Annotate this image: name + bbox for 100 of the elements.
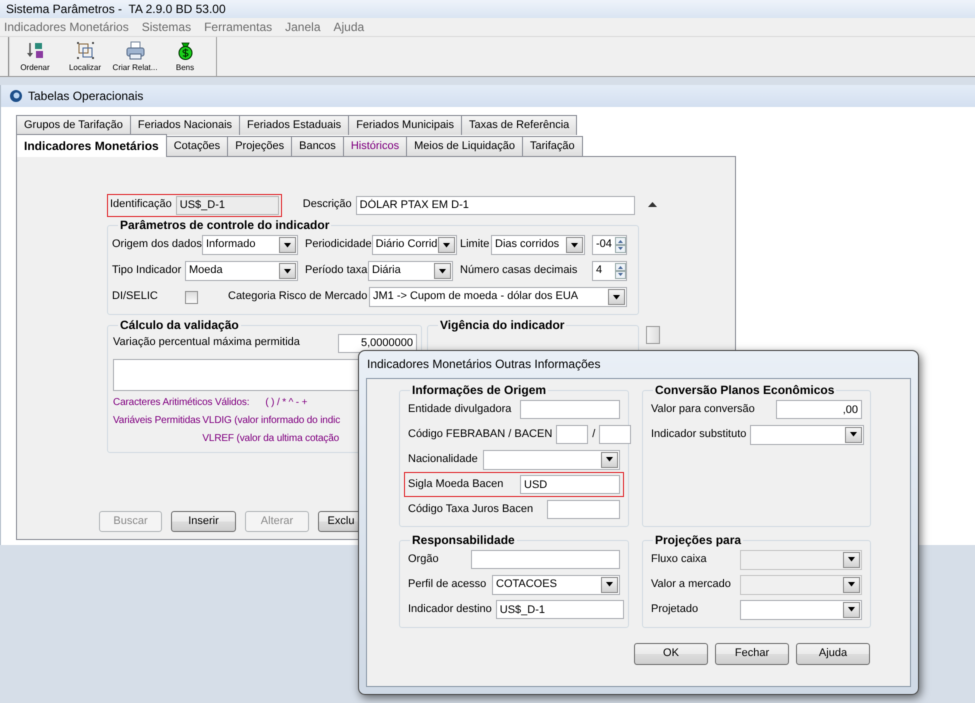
caret-icon <box>570 242 579 248</box>
button[interactable]: OK <box>634 643 708 665</box>
field-label: Indicador destino <box>408 602 492 616</box>
dropdown-arrow-button[interactable] <box>608 289 625 305</box>
button[interactable]: Ajuda <box>796 643 870 665</box>
dropdown-arrow-button[interactable] <box>843 602 860 618</box>
dropdown[interactable]: JM1 -> Cupom de moeda - dólar dos EUA <box>369 287 627 307</box>
dropdown-arrow-button[interactable] <box>279 237 296 253</box>
caret-icon <box>847 607 856 612</box>
group-title: Parâmetros de controle do indicador <box>119 218 330 232</box>
dropdown-arrow-button[interactable] <box>279 263 296 279</box>
dropdown-arrow-button[interactable] <box>438 237 455 253</box>
tab[interactable]: Indicadores Monetários <box>16 134 167 157</box>
text-field[interactable]: US$_D-1 <box>496 600 624 619</box>
tab[interactable]: Históricos <box>342 136 408 156</box>
dropdown[interactable]: Moeda <box>185 261 298 281</box>
tab[interactable]: Bancos <box>291 136 344 156</box>
field-label: Periodicidade <box>305 238 372 252</box>
text-field[interactable] <box>599 425 632 444</box>
text-field[interactable] <box>471 550 620 569</box>
note-label: Variáveis Permitidas <box>113 414 200 428</box>
button[interactable]: Inserir <box>171 511 236 532</box>
sort-icon <box>26 40 44 60</box>
field-label: Descrição <box>302 198 352 212</box>
dropdown[interactable]: Informado <box>202 235 298 255</box>
field-label: Período taxa <box>305 264 368 278</box>
text-field[interactable] <box>556 425 588 444</box>
group-title: Vigência do indicador <box>439 318 566 332</box>
window-title: Tabelas Operacionais <box>28 88 144 104</box>
tab[interactable]: Feriados Municipais <box>348 115 462 135</box>
group-title: Conversão Planos Econômicos <box>654 383 836 397</box>
field-label: DI/SELIC <box>112 290 158 304</box>
dropdown-arrow-button[interactable] <box>601 576 618 592</box>
group-title: Informações de Origem <box>411 383 548 397</box>
caret-icon <box>847 582 856 587</box>
tab[interactable]: Feriados Nacionais <box>130 115 240 135</box>
tab[interactable]: Cotações <box>166 136 228 156</box>
printer-icon <box>126 40 144 60</box>
spin-field[interactable]: -04 <box>592 235 627 255</box>
dialog-title: Indicadores Monetários Outras Informações <box>366 356 602 373</box>
spinner-icon <box>615 263 626 279</box>
caret-icon <box>442 242 451 248</box>
toolbar-button[interactable]: Criar Relat... <box>110 37 160 76</box>
toolbar-button[interactable]: Bens <box>160 37 210 76</box>
menu-item[interactable]: Sistemas <box>142 18 192 36</box>
text-field[interactable]: 5,0000000 <box>338 334 417 352</box>
field-label: Tipo Indicador <box>112 264 182 278</box>
text-field[interactable] <box>520 400 620 419</box>
text-field[interactable]: ,00 <box>776 400 862 419</box>
scroll-up-icon <box>648 202 657 207</box>
dropdown[interactable]: Diário Corrid <box>372 235 457 255</box>
dropdown-arrow-button[interactable] <box>434 263 451 279</box>
tab[interactable]: Meios de Liquidação <box>406 136 524 156</box>
text-field[interactable]: US$_D-1 <box>176 196 279 214</box>
field-label: Código Taxa Juros Bacen <box>408 502 534 516</box>
button[interactable]: Fechar <box>715 643 789 665</box>
dropdown[interactable]: Dias corridos <box>491 235 585 255</box>
tab[interactable]: Tarifação <box>522 136 583 156</box>
tab[interactable]: Taxas de Referência <box>461 115 578 135</box>
caret-icon <box>283 242 292 248</box>
field-label: Perfil de acesso <box>408 578 486 592</box>
dropdown[interactable]: COTACOES <box>492 574 620 594</box>
field-label: Limite <box>460 238 490 252</box>
field-label: Valor a mercado <box>651 578 731 592</box>
field-label: Identificação <box>110 198 172 212</box>
field-label: Origem dos dados <box>112 238 202 252</box>
ring-icon <box>9 89 23 103</box>
text-field[interactable]: USD <box>520 475 620 494</box>
tab[interactable]: Feriados Estaduais <box>239 115 350 135</box>
money-bag-icon <box>176 40 194 60</box>
toolbar-button[interactable]: Ordenar <box>10 37 60 76</box>
field-label: Projetado <box>651 602 698 616</box>
menu-item[interactable]: Janela <box>285 18 320 36</box>
spinner-icon <box>615 237 626 253</box>
dropdown-arrow-button[interactable] <box>601 452 618 468</box>
menu-item[interactable]: Ajuda <box>334 18 364 36</box>
window-title: Sistema Parâmetros - TA 2.9.0 BD 53.00 <box>6 1 226 18</box>
note-text: VLDIG (valor informado do indic <box>202 414 340 428</box>
text-field[interactable] <box>547 500 620 519</box>
field-label: Fluxo caixa <box>651 552 707 566</box>
dropdown[interactable]: Diária <box>368 261 453 281</box>
tab[interactable]: Projeções <box>227 136 292 156</box>
group-title: Projeções para <box>654 533 742 547</box>
dropdown-arrow-button[interactable] <box>566 237 583 253</box>
spin-field[interactable]: 4 <box>592 261 627 281</box>
caret-icon <box>438 268 447 274</box>
field-label: Nacionalidade <box>408 452 478 466</box>
scroll-thumb[interactable] <box>646 326 660 344</box>
caret-icon <box>605 457 614 462</box>
dropdown-arrow-button[interactable] <box>845 426 862 442</box>
note-text: ( ) / * ^ - + <box>265 396 308 410</box>
field-label: Valor para conversão <box>651 402 755 416</box>
field-label: Sigla Moeda Bacen <box>408 478 504 492</box>
menu-item[interactable]: Ferramentas <box>204 18 272 36</box>
menu-item[interactable]: Indicadores Monetários <box>4 18 129 36</box>
checkbox[interactable] <box>185 290 198 304</box>
toolbar-button[interactable]: Localizar <box>60 37 110 76</box>
field-label: Entidade divulgadora <box>408 402 512 416</box>
tab[interactable]: Grupos de Tarifação <box>16 115 131 135</box>
caret-icon <box>605 582 614 587</box>
